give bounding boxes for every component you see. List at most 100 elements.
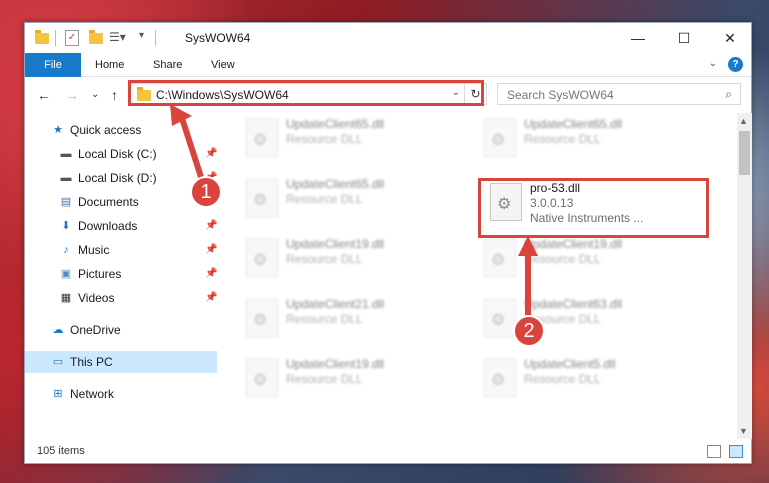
- maximize-button[interactable]: ☐: [661, 23, 707, 53]
- sidebar-item-local-disk-c[interactable]: ▬ Local Disk (C:) 📌: [25, 143, 218, 165]
- file-description: Resource DLL: [286, 192, 363, 206]
- ribbon-tabs: File Home Share View ⌄ ?: [25, 53, 751, 77]
- search-input[interactable]: Search SysWOW64 ⌕: [497, 83, 741, 105]
- list-item[interactable]: UpdateClient65.dll Resource DLL: [476, 113, 706, 165]
- separator: [155, 30, 156, 46]
- step-badge-1: 1: [190, 176, 222, 208]
- folder-icon: [35, 30, 49, 44]
- dll-file-icon: [246, 299, 278, 337]
- drive-icon: ▬: [60, 172, 72, 184]
- scroll-down-icon[interactable]: ▼: [739, 426, 748, 436]
- star-icon: ★: [53, 124, 63, 136]
- new-folder-icon[interactable]: [89, 30, 103, 44]
- sidebar-item-music[interactable]: ♪ Music 📌: [25, 239, 217, 261]
- pin-icon: 📌: [205, 292, 218, 303]
- download-icon: ⬇: [61, 220, 71, 232]
- step-badge-2: 2: [513, 315, 545, 347]
- details-view-icon[interactable]: [707, 445, 721, 458]
- pin-icon: 📌: [205, 244, 218, 255]
- tab-file[interactable]: File: [25, 53, 81, 77]
- file-name: UpdateClient21.dll: [286, 297, 385, 311]
- sidebar-item-downloads[interactable]: ⬇ Downloads 📌: [25, 215, 217, 237]
- tab-home[interactable]: Home: [81, 53, 138, 77]
- dll-file-icon: [246, 179, 278, 217]
- dll-file-icon: [484, 359, 516, 397]
- address-highlight: [128, 80, 484, 106]
- file-description: Resource DLL: [524, 252, 601, 266]
- vertical-scrollbar[interactable]: ▲ ▼: [737, 113, 752, 439]
- sidebar-item-label: Local Disk (C:): [78, 147, 157, 161]
- pin-icon: 📌: [205, 268, 218, 279]
- quick-access-dropdown-icon[interactable]: ▾: [139, 30, 144, 46]
- sidebar-item-local-disk-d[interactable]: ▬ Local Disk (D:) 📌: [25, 167, 218, 189]
- tiles-view-icon[interactable]: [729, 445, 743, 458]
- sidebar-item-label: Quick access: [70, 123, 142, 137]
- properties-icon[interactable]: ✓: [65, 30, 79, 46]
- list-item[interactable]: UpdateClient19.dll Resource DLL: [238, 353, 468, 405]
- list-item[interactable]: UpdateClient65.dll Resource DLL: [238, 113, 468, 165]
- sidebar-item-label: Videos: [78, 291, 115, 305]
- dll-file-icon: [484, 119, 516, 157]
- forward-button[interactable]: →: [65, 87, 79, 103]
- pictures-icon: ▣: [60, 268, 72, 280]
- sidebar-item-videos[interactable]: ▦ Videos 📌: [25, 287, 218, 309]
- sidebar-item-documents[interactable]: ▤ Documents 📌: [25, 191, 218, 213]
- customize-toolbar-icon[interactable]: ☰▾: [109, 30, 126, 46]
- dll-file-icon: [484, 299, 516, 337]
- sidebar-item-onedrive[interactable]: ☁ OneDrive: [25, 319, 217, 341]
- recent-locations-button[interactable]: ⌄: [91, 89, 99, 100]
- sidebar-item-network[interactable]: ⊞ Network: [25, 383, 217, 405]
- scroll-up-icon[interactable]: ▲: [739, 116, 748, 126]
- list-item[interactable]: UpdateClient21.dll Resource DLL: [238, 293, 468, 345]
- file-description: Resource DLL: [286, 252, 363, 266]
- list-item[interactable]: UpdateClient65.dll Resource DLL: [238, 173, 468, 225]
- navigation-pane: ★ Quick access ▬ Local Disk (C:) 📌 ▬ Loc…: [25, 119, 217, 439]
- scrollbar-thumb[interactable]: [739, 131, 750, 175]
- tab-view[interactable]: View: [197, 53, 249, 77]
- file-name: UpdateClient19.dll: [524, 237, 623, 251]
- file-name: UpdateClient65.dll: [286, 177, 385, 191]
- dll-file-icon: [246, 119, 278, 157]
- pin-icon: 📌: [205, 148, 218, 159]
- documents-icon: ▤: [60, 196, 72, 208]
- file-description: Resource DLL: [286, 312, 363, 326]
- close-button[interactable]: ✕: [707, 23, 753, 53]
- dll-file-icon: [484, 239, 516, 277]
- sidebar-item-label: Local Disk (D:): [78, 171, 157, 185]
- sidebar-item-pictures[interactable]: ▣ Pictures 📌: [25, 263, 218, 285]
- file-list: UpdateClient65.dll Resource DLL UpdateCl…: [220, 113, 737, 439]
- sidebar-item-label: Downloads: [78, 219, 138, 233]
- file-name: UpdateClient65.dll: [524, 117, 623, 131]
- network-icon: ⊞: [53, 388, 63, 400]
- minimize-button[interactable]: —: [615, 23, 661, 53]
- list-item[interactable]: UpdateClient19.dll Resource DLL: [238, 233, 468, 285]
- expand-ribbon-icon[interactable]: ⌄: [709, 58, 717, 69]
- up-button[interactable]: ↑: [111, 87, 118, 103]
- file-description: Resource DLL: [286, 132, 363, 146]
- cloud-icon: ☁: [52, 324, 64, 336]
- file-name: UpdateClient63.dll: [524, 297, 623, 311]
- sidebar-item-this-pc[interactable]: ▭ This PC: [25, 351, 217, 373]
- file-name: UpdateClient5.dll: [524, 357, 616, 371]
- sidebar-item-label: This PC: [70, 355, 113, 369]
- file-highlight: [478, 178, 709, 238]
- title-bar: ✓ ☰▾ ▾ SysWOW64 — ☐ ✕: [25, 23, 751, 53]
- separator: [55, 30, 56, 46]
- file-name: UpdateClient19.dll: [286, 237, 385, 251]
- dll-file-icon: [246, 239, 278, 277]
- back-button[interactable]: ←: [37, 87, 51, 103]
- item-count: 105 items: [37, 445, 85, 457]
- computer-icon: ▭: [52, 356, 64, 368]
- status-bar: 105 items: [25, 441, 751, 463]
- sidebar-item-label: Pictures: [78, 267, 122, 281]
- list-item[interactable]: UpdateClient63.dll Resource DLL: [476, 293, 706, 345]
- help-icon[interactable]: ?: [728, 57, 743, 72]
- drive-icon: ▬: [60, 148, 72, 160]
- tab-share[interactable]: Share: [139, 53, 196, 77]
- list-item[interactable]: UpdateClient19.dll Resource DLL: [476, 233, 706, 285]
- sidebar-item-label: Music: [78, 243, 110, 257]
- sidebar-item-quick-access[interactable]: ★ Quick access: [25, 119, 217, 141]
- pin-icon: 📌: [205, 220, 218, 231]
- list-item[interactable]: UpdateClient5.dll Resource DLL: [476, 353, 706, 405]
- search-icon[interactable]: ⌕: [725, 87, 732, 102]
